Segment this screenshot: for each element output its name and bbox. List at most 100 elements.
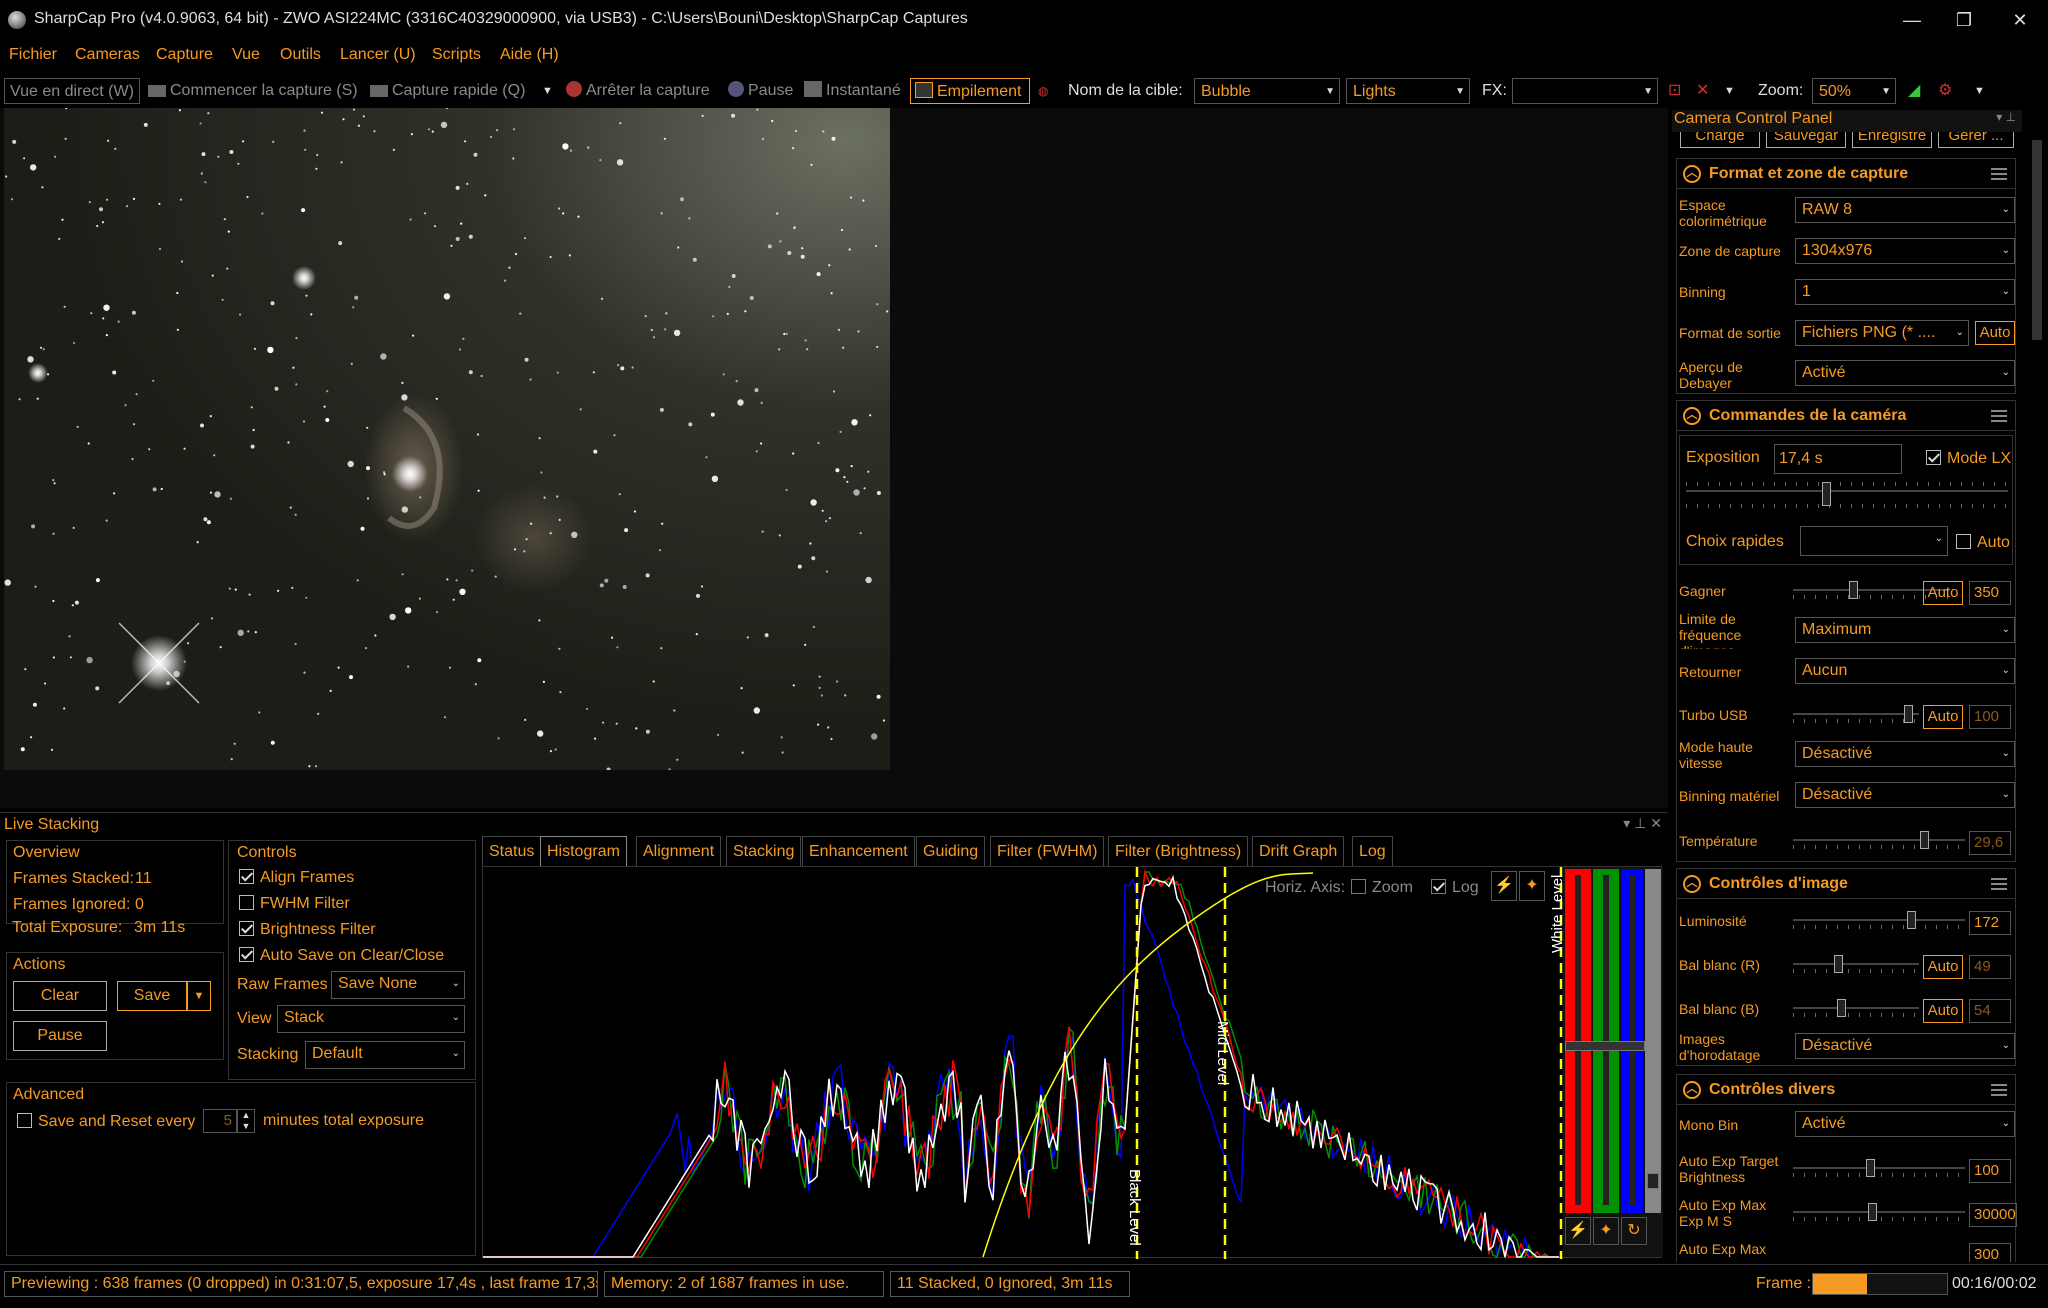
pin-icon[interactable]: ▾ ⊥	[1996, 110, 2016, 124]
log-toggle[interactable]: Log	[1431, 879, 1479, 897]
wb-red-value[interactable]: 49	[1969, 955, 2011, 979]
autosave-toggle[interactable]: Auto Save on Clear/Close	[239, 947, 444, 964]
mid-level-label[interactable]: Mid Level	[1214, 1021, 1231, 1085]
menu-aide[interactable]: Aide (H)	[500, 46, 559, 64]
channel-sliders[interactable]: ⚡ ✦ ↻	[1563, 867, 1663, 1257]
record-button[interactable]: Enregistre	[1852, 132, 1932, 148]
wb-red-slider[interactable]	[1793, 955, 1919, 975]
gear-icon[interactable]: ⚙	[1938, 78, 1952, 104]
menu-cameras[interactable]: Cameras	[75, 46, 140, 64]
autosave-checkbox[interactable]	[239, 947, 254, 962]
format-group-header[interactable]: ︿ Format et zone de capture	[1677, 159, 2015, 189]
menu-fichier[interactable]: Fichier	[9, 46, 57, 64]
close-icon[interactable]: ▾ ⊥ ✕	[1623, 815, 1662, 832]
usb-slider[interactable]	[1793, 705, 1919, 725]
chevron-down-icon[interactable]: ▼	[1724, 78, 1735, 104]
zoom-toggle[interactable]: Zoom	[1351, 879, 1413, 897]
start-capture-button[interactable]: Commencer la capture (S)	[148, 78, 358, 104]
brightness-filter-toggle[interactable]: Brightness Filter	[239, 921, 376, 938]
lx-mode-toggle[interactable]: Mode LX	[1926, 450, 2011, 467]
menu-outils[interactable]: Outils	[280, 46, 321, 64]
clear-button[interactable]: Clear	[13, 981, 107, 1011]
fwhm-filter-checkbox[interactable]	[239, 895, 254, 910]
load-button[interactable]: Charge	[1680, 132, 1760, 148]
exposure-input[interactable]: 17,4 s	[1774, 444, 1902, 474]
quick-choice-select[interactable]: ⌄	[1800, 526, 1948, 556]
menu-icon[interactable]	[1991, 878, 2007, 880]
image-group-header[interactable]: ︿ Contrôles d'image	[1677, 869, 2015, 899]
exposure-slider[interactable]	[1686, 482, 2008, 510]
menu-vue[interactable]: Vue	[232, 46, 260, 64]
tab-drift-graph[interactable]: Drift Graph	[1252, 836, 1345, 866]
astro-image[interactable]	[4, 108, 890, 770]
wb-blue-auto-button[interactable]: Auto	[1923, 999, 1963, 1023]
max-exp-value[interactable]: 30000	[1969, 1203, 2017, 1227]
target-name-select[interactable]: Bubble ▼	[1194, 78, 1340, 104]
zoom-select[interactable]: 50% ▼	[1812, 78, 1896, 104]
raw-frames-select[interactable]: Save None ⌄	[331, 971, 465, 999]
lx-mode-checkbox[interactable]	[1926, 450, 1941, 465]
tab-enhancement[interactable]: Enhancement	[802, 836, 915, 866]
minimize-button[interactable]: —	[1892, 6, 1932, 34]
wb-blue-slider[interactable]	[1793, 999, 1919, 1019]
debayer-select[interactable]: Activé ⌄	[1795, 360, 2015, 386]
black-level-label[interactable]: Black Level	[1126, 1169, 1143, 1246]
menu-icon[interactable]	[1991, 410, 2007, 412]
histogram-icon[interactable]: ◢	[1908, 78, 1920, 104]
stacking-button[interactable]: Empilement	[910, 78, 1030, 104]
capture-area-select[interactable]: 1304x976 ⌄	[1795, 238, 2015, 264]
usb-auto-button[interactable]: Auto	[1923, 705, 1963, 729]
camera-group-header[interactable]: ︿ Commandes de la caméra	[1677, 401, 2015, 431]
tab-log[interactable]: Log	[1352, 836, 1393, 866]
chevron-down-icon[interactable]: ▼	[542, 78, 553, 104]
tab-histogram[interactable]: Histogram	[540, 836, 627, 866]
pause-stack-button[interactable]: Pause	[13, 1021, 107, 1051]
flip-select[interactable]: Aucun ⌄	[1795, 658, 2015, 684]
menu-icon[interactable]	[1991, 1084, 2007, 1086]
usb-value[interactable]: 100	[1969, 705, 2011, 729]
brightness-filter-checkbox[interactable]	[239, 921, 254, 936]
monobin-select[interactable]: Activé ⌄	[1795, 1111, 2015, 1137]
brightness-value[interactable]: 172	[1969, 911, 2011, 935]
output-format-select[interactable]: Fichiers PNG (* .... ⌄	[1795, 320, 1969, 346]
fwhm-filter-toggle[interactable]: FWHM Filter	[239, 895, 350, 912]
tab-status[interactable]: Status	[482, 836, 542, 866]
color-space-select[interactable]: RAW 8 ⌄	[1795, 197, 2015, 223]
wb-red-auto-button[interactable]: Auto	[1923, 955, 1963, 979]
fx-select[interactable]: ▼	[1512, 78, 1658, 104]
quick-auto-toggle[interactable]: Auto	[1956, 534, 2010, 551]
control-panel-scrollbar[interactable]	[2028, 132, 2046, 1260]
tab-guiding[interactable]: Guiding	[916, 836, 986, 866]
cross-icon[interactable]: ✕	[1696, 78, 1709, 104]
save-reset-checkbox[interactable]	[17, 1113, 32, 1128]
tab-filter-fwhm[interactable]: Filter (FWHM)	[990, 836, 1105, 866]
snapshot-button[interactable]: Instantané	[804, 78, 901, 104]
close-button[interactable]: ✕	[2000, 6, 2040, 34]
menu-capture[interactable]: Capture	[156, 46, 213, 64]
lightning-icon[interactable]: ⚡	[1565, 1217, 1591, 1245]
save-menu-button[interactable]: ▼	[187, 981, 211, 1011]
pause-button[interactable]: Pause	[728, 78, 793, 104]
view-select[interactable]: Stack ⌄	[277, 1005, 465, 1033]
menu-scripts[interactable]: Scripts	[432, 46, 481, 64]
wb-blue-value[interactable]: 54	[1969, 999, 2011, 1023]
gain-value[interactable]: 350	[1969, 581, 2011, 605]
timestamp-select[interactable]: Désactivé ⌄	[1795, 1033, 2015, 1059]
gain-auto-button[interactable]: Auto	[1923, 581, 1963, 605]
align-frames-checkbox[interactable]	[239, 869, 254, 884]
tab-stacking[interactable]: Stacking	[726, 836, 802, 866]
binning-select[interactable]: 1 ⌄	[1795, 279, 2015, 305]
save-stack-button[interactable]: Save	[117, 981, 187, 1011]
tab-alignment[interactable]: Alignment	[636, 836, 722, 866]
frame-type-select[interactable]: Lights ▼	[1346, 78, 1470, 104]
stop-capture-button[interactable]: Arrêter la capture	[566, 78, 710, 104]
histogram-view[interactable]: Black Level Mid Level White Level Horiz.…	[482, 866, 1663, 1259]
align-frames-toggle[interactable]: Align Frames	[239, 869, 354, 886]
quick-capture-button[interactable]: Capture rapide (Q)	[370, 78, 525, 104]
target-brightness-value[interactable]: 100	[1969, 1159, 2011, 1183]
save-reset-input[interactable]: 5	[203, 1109, 237, 1133]
brightness-slider[interactable]	[1793, 911, 1965, 931]
stacking-mode-select[interactable]: Default ⌄	[305, 1041, 465, 1069]
hwbin-select[interactable]: Désactivé ⌄	[1795, 782, 2015, 808]
highspeed-select[interactable]: Désactivé ⌄	[1795, 741, 2015, 767]
